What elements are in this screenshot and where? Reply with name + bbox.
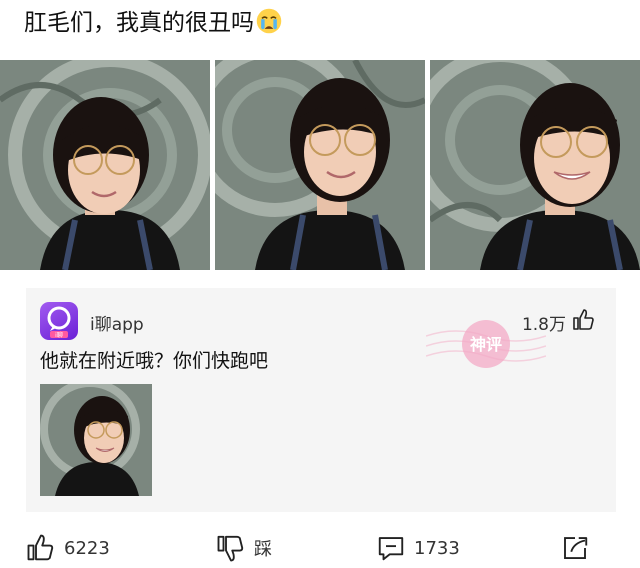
thumbs-down-icon [217,535,244,562]
comment-button[interactable]: 1733 [376,534,460,562]
photo-row [0,60,640,270]
comment-image[interactable] [40,384,152,496]
like-button[interactable]: 6223 [26,534,110,562]
watermark-text: 神评 [470,335,502,354]
thumbs-up-icon[interactable] [572,308,596,332]
comment-text: 他就在附近哦？你们快跑吧 [40,350,269,372]
comment-author[interactable]: i聊app [90,310,144,335]
selfie-photo-2[interactable] [215,60,425,270]
avatar-label: i聊 [55,331,63,339]
like-count: 6223 [64,537,110,559]
action-bar: 6223 踩 1733 [0,526,640,568]
share-icon [564,537,588,559]
dislike-label: 踩 [254,539,272,560]
chat-bubble-icon: i聊 [47,306,71,339]
post-title-text: 肛毛们，我真的很丑吗 [24,10,254,36]
dislike-button[interactable]: 踩 [216,534,272,562]
comment-bubble-icon [378,537,404,561]
selfie-photo-3[interactable] [430,60,640,270]
comment-like-count: 1.8万 [521,315,566,335]
comment-count: 1733 [414,537,460,559]
post-title: 肛毛们，我真的很丑吗 [24,4,283,42]
app-avatar[interactable]: i聊 [40,302,78,340]
crying-face-emoji-icon [256,8,282,34]
comment-card: i聊 i聊app 神评 1.8万 他就在附近哦？你们快跑吧 [26,288,616,512]
thumbs-up-icon [27,534,54,561]
selfie-photo-1[interactable] [0,60,210,270]
share-button[interactable] [560,534,590,562]
